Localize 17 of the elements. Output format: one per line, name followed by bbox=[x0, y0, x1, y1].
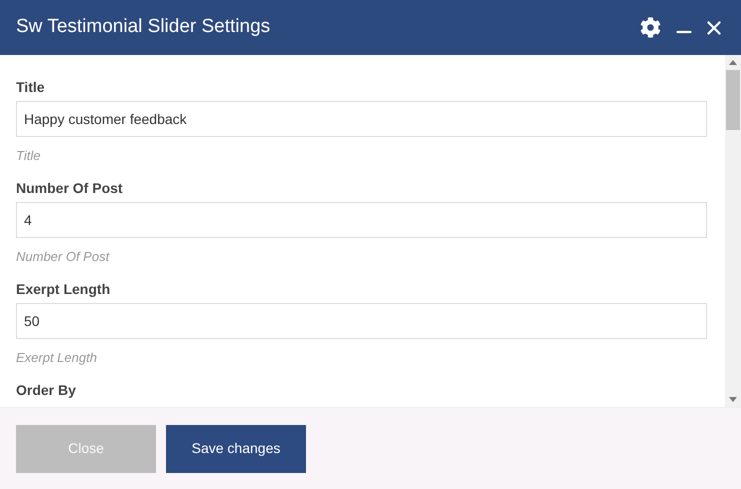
help-text: Exerpt Length bbox=[16, 350, 98, 366]
scroll-thumb[interactable] bbox=[726, 70, 740, 130]
scroll-down-icon[interactable] bbox=[729, 397, 737, 402]
field-label: Number Of Post bbox=[16, 180, 124, 196]
field-label: Exerpt Length bbox=[16, 281, 112, 297]
field-label: Title bbox=[16, 79, 46, 95]
scroll-up-icon[interactable] bbox=[729, 60, 737, 65]
field-label: Order By bbox=[16, 382, 77, 398]
window-title: Sw Testimonial Slider Settings bbox=[16, 15, 272, 40]
settings-icon[interactable] bbox=[640, 17, 661, 38]
input-field[interactable]: 4 bbox=[16, 202, 707, 238]
input-field[interactable]: 50 bbox=[16, 303, 707, 339]
save-button[interactable]: Save changes bbox=[166, 424, 306, 472]
help-text: Number Of Post bbox=[16, 249, 111, 265]
input-field[interactable]: Happy customer feedback bbox=[16, 101, 707, 137]
help-text: Title bbox=[16, 148, 42, 164]
scrollbar[interactable] bbox=[725, 55, 741, 407]
